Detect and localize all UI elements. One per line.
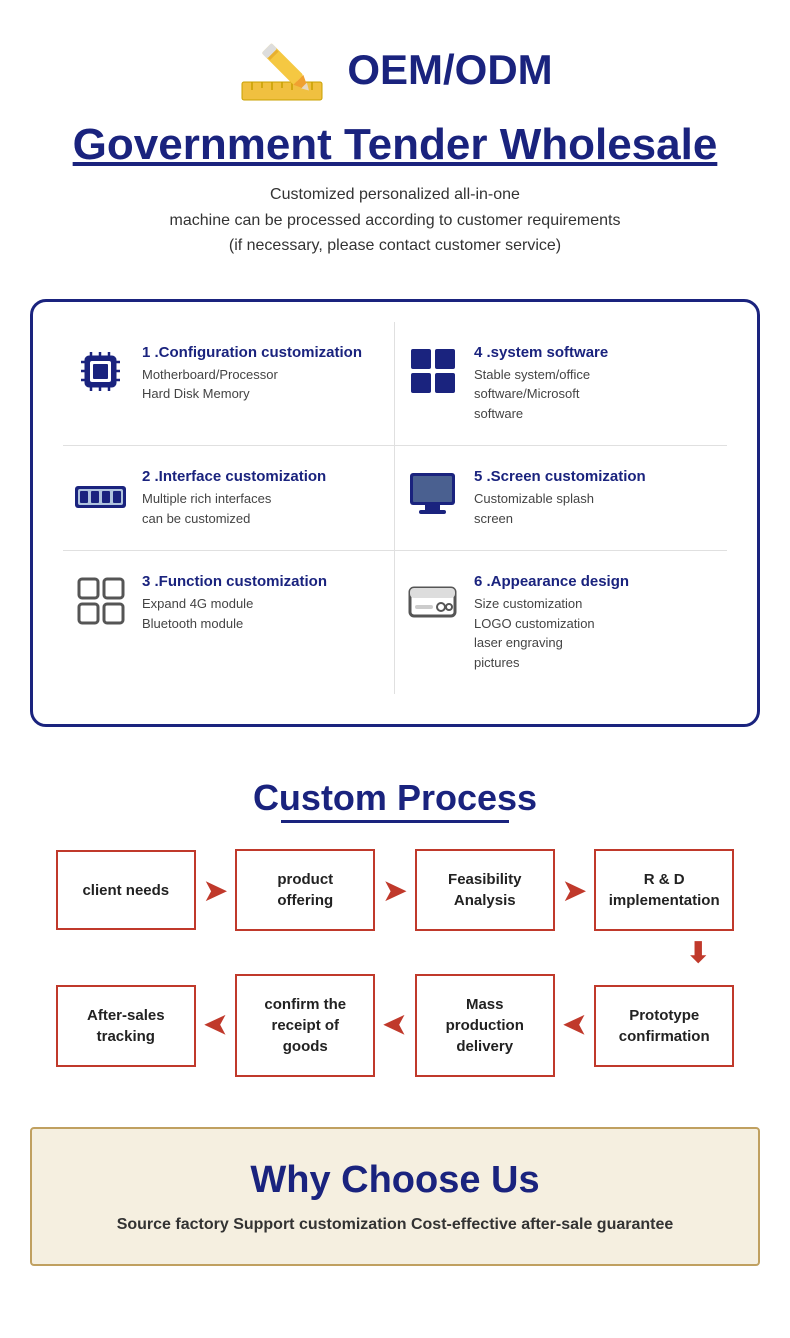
custom-item-2: 2 .Interface customization Multiple rich… xyxy=(63,446,395,551)
item-desc-5: Customizable splashscreen xyxy=(474,489,646,528)
why-subtitle: Source factory Support customization Cos… xyxy=(52,1216,738,1234)
pencil-ruler-icon xyxy=(237,30,327,110)
arrow-3: ➤ xyxy=(555,874,594,907)
flow-down-arrow: ⬇ xyxy=(20,936,770,969)
custom-item-1: 1 .Configuration customization Motherboa… xyxy=(63,322,395,447)
arrow-4: ➤ xyxy=(196,1009,235,1042)
flow-box-mass: Massproductiondelivery xyxy=(415,974,555,1077)
item-text-6: 6 .Appearance design Size customizationL… xyxy=(474,573,629,672)
arrow-2: ➤ xyxy=(375,874,414,907)
flow-box-product-offering: productoffering xyxy=(235,849,375,931)
chip-icon xyxy=(73,344,128,399)
flow-box-confirm: confirm thereceipt ofgoods xyxy=(235,974,375,1077)
grid-icon xyxy=(73,573,128,628)
custom-item-4: 4 .system software Stable system/offices… xyxy=(395,322,727,447)
item-desc-6: Size customizationLOGO customizationlase… xyxy=(474,594,629,672)
process-title: Custom Process xyxy=(253,777,537,819)
oem-title: OEM/ODM xyxy=(347,46,552,94)
flow-box-feasibility: FeasibilityAnalysis xyxy=(415,849,555,931)
why-title: Why Choose Us xyxy=(52,1159,738,1202)
flow-box-client-needs: client needs xyxy=(56,850,196,930)
flow-row-2: After-salestracking ➤ confirm thereceipt… xyxy=(20,974,770,1077)
device-icon xyxy=(405,573,460,628)
item-text-1: 1 .Configuration customization Motherboa… xyxy=(142,344,362,404)
item-desc-2: Multiple rich interfacescan be customize… xyxy=(142,489,326,528)
flow-row-1: client needs ➤ productoffering ➤ Feasibi… xyxy=(20,849,770,931)
item-title-3: 3 .Function customization xyxy=(142,573,327,590)
item-text-4: 4 .system software Stable system/offices… xyxy=(474,344,608,424)
arrow-1: ➤ xyxy=(196,874,235,907)
interface-icon xyxy=(73,468,128,523)
item-text-2: 2 .Interface customization Multiple rich… xyxy=(142,468,326,528)
monitor-icon xyxy=(405,468,460,523)
custom-grid: 1 .Configuration customization Motherboa… xyxy=(63,322,727,695)
flow-box-aftersales: After-salestracking xyxy=(56,985,196,1067)
windows-icon xyxy=(405,344,460,399)
item-title-6: 6 .Appearance design xyxy=(474,573,629,590)
item-text-5: 5 .Screen customization Customizable spl… xyxy=(474,468,646,528)
arrow-6: ➤ xyxy=(555,1009,594,1042)
item-title-5: 5 .Screen customization xyxy=(474,468,646,485)
item-title-2: 2 .Interface customization xyxy=(142,468,326,485)
custom-item-5: 5 .Screen customization Customizable spl… xyxy=(395,446,727,551)
item-desc-1: Motherboard/ProcessorHard Disk Memory xyxy=(142,365,362,404)
item-desc-4: Stable system/officesoftware/Microsoftso… xyxy=(474,365,608,424)
process-section: Custom Process client needs ➤ productoff… xyxy=(0,747,790,1107)
why-section: Why Choose Us Source factory Support cus… xyxy=(30,1127,760,1266)
header-section: OEM/ODM Government Tender Wholesale Cust… xyxy=(0,0,790,279)
gov-title: Government Tender Wholesale xyxy=(40,120,750,170)
header-top: OEM/ODM xyxy=(40,30,750,110)
flow-box-prototype: Prototypeconfirmation xyxy=(594,985,734,1067)
item-text-3: 3 .Function customization Expand 4G modu… xyxy=(142,573,327,633)
subtitle: Customized personalized all-in-onemachin… xyxy=(40,182,750,259)
item-desc-3: Expand 4G moduleBluetooth module xyxy=(142,594,327,633)
custom-item-6: 6 .Appearance design Size customizationL… xyxy=(395,551,727,694)
item-title-1: 1 .Configuration customization xyxy=(142,344,362,361)
flow-box-rd: R & Dimplementation xyxy=(594,849,734,931)
customization-box: 1 .Configuration customization Motherboa… xyxy=(30,299,760,728)
arrow-5: ➤ xyxy=(375,1009,414,1042)
item-title-4: 4 .system software xyxy=(474,344,608,361)
custom-item-3: 3 .Function customization Expand 4G modu… xyxy=(63,551,395,694)
